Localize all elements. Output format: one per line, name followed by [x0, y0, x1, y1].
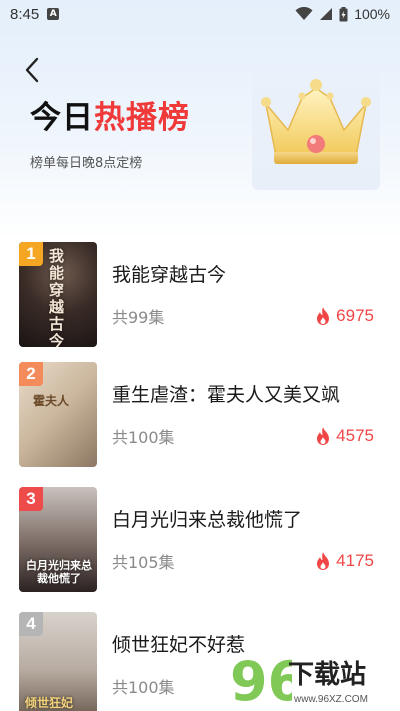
watermark-text: 下载站 — [288, 660, 367, 690]
drama-cover: 白月光归来总裁他慌了 3 — [19, 487, 97, 592]
heat-value: 4175 — [336, 551, 374, 570]
episode-count: 共100集 — [112, 678, 175, 697]
list-item[interactable]: 我能穿越古今 1 我能穿越古今 共99集 6975 — [0, 242, 400, 352]
chevron-left-icon — [25, 57, 39, 83]
heat-score: 6975 — [315, 306, 374, 326]
page-title-part2: 热播榜 — [94, 100, 190, 136]
battery-percent: 100% — [354, 6, 390, 22]
heat-value: 4575 — [336, 426, 374, 445]
list-item[interactable]: 霍夫人 2 重生虐渣：霍夫人又美又飒 共100集 4575 — [0, 362, 400, 472]
episode-count: 共100集 — [112, 428, 175, 447]
watermark: 96 下载站 www.96XZ.COM — [228, 648, 400, 711]
crown-decoration — [252, 70, 380, 190]
watermark-logo-icon: 96 — [230, 650, 292, 711]
rank-badge: 1 — [19, 242, 43, 266]
drama-cover: 霍夫人 2 — [19, 362, 97, 467]
flame-icon — [317, 427, 330, 445]
rank-badge: 2 — [19, 362, 43, 386]
cover-title: 我能穿越古今 — [49, 247, 65, 348]
battery-icon — [339, 6, 348, 21]
status-bar: 8:45 A 100% — [0, 0, 400, 28]
drama-title: 倾世狂妃不好惹 — [112, 634, 246, 656]
drama-title: 我能穿越古今 — [112, 264, 227, 286]
heat-score: 4175 — [315, 551, 374, 571]
watermark-url: www.96XZ.COM — [294, 694, 368, 705]
heat-score: 4575 — [315, 426, 374, 446]
cover-title: 白月光归来总裁他慌了 — [26, 559, 92, 585]
drama-cover: 我能穿越古今 1 — [19, 242, 97, 347]
watermark-logo-digits: 96 — [230, 650, 292, 711]
list-item[interactable]: 白月光归来总裁他慌了 3 白月光归来总裁他慌了 共105集 4175 — [0, 487, 400, 597]
episode-count: 共105集 — [112, 553, 175, 572]
drama-cover: 倾世狂妃 4 — [19, 612, 97, 711]
rank-badge: 3 — [19, 487, 43, 511]
signal-icon — [320, 8, 333, 20]
drama-title: 白月光归来总裁他慌了 — [112, 509, 303, 531]
status-time: 8:45 — [10, 5, 40, 23]
flame-icon — [317, 552, 330, 570]
notification-icon: A — [47, 8, 60, 20]
status-right: 100% — [295, 6, 390, 22]
heat-value: 6975 — [336, 306, 374, 325]
episode-count: 共99集 — [112, 308, 165, 327]
flame-icon — [317, 307, 330, 325]
drama-title: 重生虐渣：霍夫人又美又飒 — [112, 384, 341, 406]
crown-icon — [261, 79, 371, 164]
back-button[interactable] — [18, 56, 46, 84]
page-subtitle: 榜单每日晚8点定榜 — [30, 156, 143, 171]
rank-badge: 4 — [19, 612, 43, 636]
wifi-icon — [295, 7, 313, 20]
page-title: 今日热播榜 — [30, 92, 190, 137]
cover-title: 霍夫人 — [33, 394, 70, 408]
cover-title: 倾世狂妃 — [25, 696, 74, 710]
page-title-part1: 今日 — [30, 100, 94, 136]
